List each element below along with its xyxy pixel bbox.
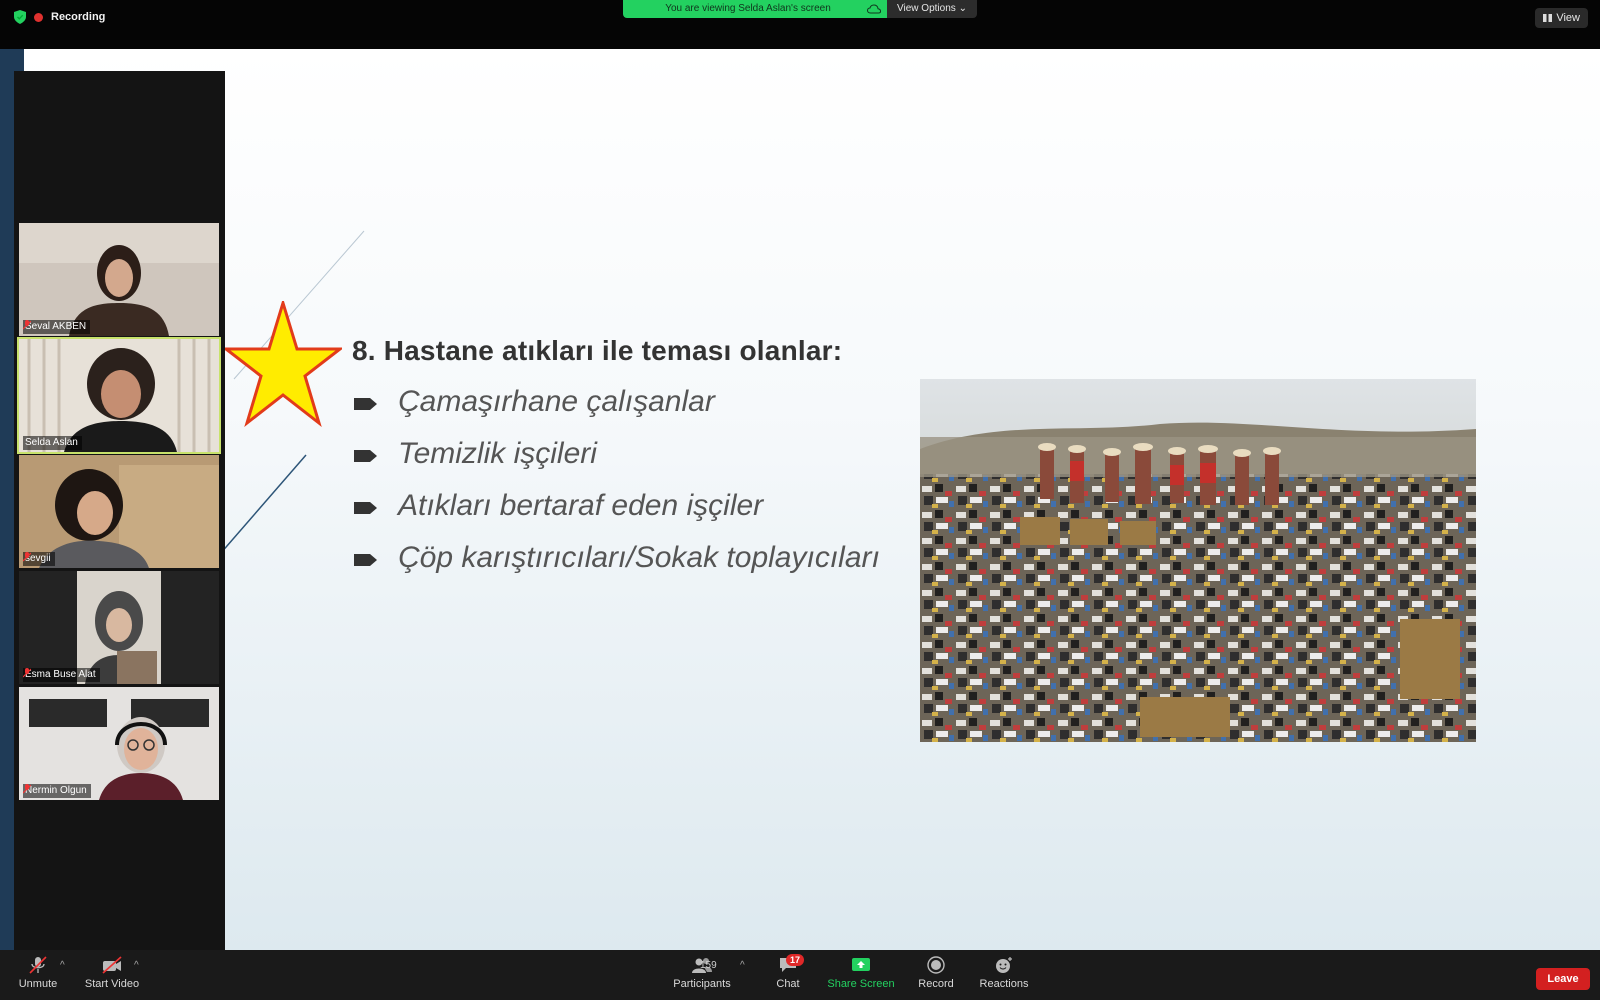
slide-title: 8. Hastane atıkları ile teması olanlar: [352,335,843,366]
slide-bullet-list: Çamaşırhane çalışanlar Temizlik işçileri… [354,384,894,592]
zoom-meeting-window: Recording You are viewing Selda Aslan's … [0,0,1600,1000]
participant-name-label: Seval AKBEN [23,320,91,334]
recording-label: Recording [51,11,106,23]
view-button-label: View [1556,12,1580,24]
chat-unread-badge: 17 [786,954,805,966]
reactions-label: Reactions [979,978,1029,990]
participants-options-caret-icon[interactable]: ^ [740,960,745,971]
security-shield-icon[interactable] [14,10,26,24]
record-button[interactable]: Record [914,956,958,990]
participants-video-strip: Seval AKBEN Selda Aslan sevgii Esma Buse… [14,71,225,955]
participants-label: Participants [673,978,731,990]
slide-bullet: Atıkları bertaraf eden işçiler [354,488,894,524]
slide-bullet: Çamaşırhane çalışanlar [354,384,894,420]
muted-mic-icon [23,320,31,330]
participant-tile-esma-buse-alat[interactable]: Esma Buse Alat [19,571,219,684]
recording-indicator[interactable]: Recording [14,10,105,24]
arrow-bullet-icon [354,450,377,462]
bullet-text: Çamaşırhane çalışanlar [398,385,715,418]
landfill-workers-photo [920,379,1476,742]
share-screen-icon [852,958,870,971]
star-icon [224,301,342,427]
view-button[interactable]: View [1535,8,1588,28]
participant-tile-selda-aslan[interactable]: Selda Aslan [17,337,221,454]
record-label: Record [918,978,954,990]
participant-name-label: Esma Buse Alat [23,668,100,682]
gallery-grid-icon [1543,14,1553,22]
muted-mic-icon [23,552,31,562]
reactions-button[interactable]: Reactions [978,956,1030,990]
participant-name-label: Nermin Olgun [23,784,91,798]
participant-tile-sevgii[interactable]: sevgii [19,455,219,568]
smiley-reaction-icon [996,957,1012,973]
participant-name-label: sevgii [23,552,55,566]
screen-share-banner: You are viewing Selda Aslan's screen [623,0,887,18]
shared-screen-slide: 8. Hastane atıkları ile teması olanlar: … [24,49,1600,950]
bullet-text: Atıkları bertaraf eden işçiler [398,489,764,522]
bullet-text: Çöp karıştırıcıları/Sokak toplayıcıları [398,541,880,574]
meeting-toolbar: Unmute ^ Start Video ^ 159 Participants … [0,950,1600,1000]
muted-mic-icon [23,784,31,794]
participant-name: Selda Aslan [25,437,78,448]
slide-bullet: Çöp karıştırıcıları/Sokak toplayıcıları [354,540,894,576]
unmute-label: Unmute [18,978,58,990]
record-icon [927,956,945,974]
start-video-button[interactable]: Start Video [84,956,140,990]
leave-button[interactable]: Leave [1536,968,1590,990]
chat-label: Chat [776,978,800,990]
view-options-label: View Options [897,3,956,14]
unmute-button[interactable]: Unmute [18,956,58,990]
cloud-icon [867,4,881,14]
recording-dot-icon [34,12,43,22]
muted-mic-icon [23,668,31,678]
participant-count: 159 [700,960,717,971]
audio-options-caret-icon[interactable]: ^ [60,960,65,971]
arrow-bullet-icon [354,554,377,566]
participant-tile-seval-akben[interactable]: Seval AKBEN [19,223,219,336]
participant-name: Seval AKBEN [25,321,87,332]
participant-tile-nermin-olgun[interactable]: Nermin Olgun [19,687,219,800]
share-screen-button[interactable]: Share Screen [826,956,896,990]
start-video-label: Start Video [84,978,140,990]
slide-bullet: Temizlik işçileri [354,436,894,472]
participants-button[interactable]: 159 Participants [670,956,734,990]
bullet-text: Temizlik işçileri [398,437,597,470]
chevron-down-icon: ⌄ [958,3,967,14]
arrow-bullet-icon [354,398,377,410]
video-options-caret-icon[interactable]: ^ [134,960,139,971]
video-off-icon [102,956,122,974]
participant-name: Esma Buse Alat [25,669,96,680]
view-options-dropdown[interactable]: View Options ⌄ [887,0,977,18]
share-screen-label: Share Screen [827,978,895,990]
top-bar: Recording You are viewing Selda Aslan's … [0,0,1600,50]
participant-name-label: Selda Aslan [23,436,82,450]
muted-mic-icon [29,956,47,974]
arrow-bullet-icon [354,502,377,514]
share-banner-text: You are viewing Selda Aslan's screen [665,3,831,14]
chat-button[interactable]: 17 Chat [768,954,808,990]
participant-name: Nermin Olgun [25,785,87,796]
